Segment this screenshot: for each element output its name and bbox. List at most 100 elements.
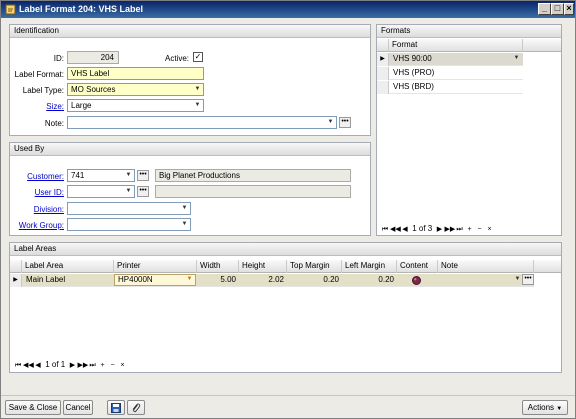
format-value: VHS 90:00 xyxy=(393,54,432,63)
size-select[interactable]: Large ▼ xyxy=(67,99,204,112)
cancel-button[interactable]: Cancel xyxy=(63,400,93,415)
col-content[interactable]: Content xyxy=(397,260,438,273)
next-page-icon[interactable]: ▶▶ xyxy=(77,360,88,372)
chevron-down-icon[interactable]: ▼ xyxy=(326,118,335,127)
prev-page-icon[interactable]: ◀◀ xyxy=(23,360,34,372)
col-width[interactable]: Width xyxy=(197,260,239,273)
used-by-header: Used By xyxy=(10,143,370,156)
col-printer[interactable]: Printer xyxy=(114,260,197,273)
cancel-edit-icon[interactable]: × xyxy=(117,360,127,372)
chevron-down-icon: ▼ xyxy=(556,406,563,412)
chevron-down-icon[interactable]: ▼ xyxy=(193,101,202,110)
last-record-icon[interactable]: ⏭ xyxy=(87,360,97,372)
extra-column-header xyxy=(523,39,561,52)
label-type-value: MO Sources xyxy=(71,85,116,94)
note-cell[interactable]: ▼ xyxy=(438,274,522,286)
content-cell[interactable] xyxy=(397,274,438,286)
id-label: ID: xyxy=(53,54,64,63)
delete-record-icon[interactable]: − xyxy=(107,360,117,372)
width-cell[interactable]: 5.00 xyxy=(197,274,239,286)
save-button[interactable] xyxy=(107,400,125,415)
col-height[interactable]: Height xyxy=(239,260,287,273)
actions-menu-button[interactable]: Actions ▼ xyxy=(522,400,568,415)
chevron-down-icon[interactable]: ▼ xyxy=(512,54,521,63)
top-margin-cell[interactable]: 0.20 xyxy=(287,274,342,286)
first-record-icon[interactable]: ⏮ xyxy=(13,360,23,372)
prev-page-icon[interactable]: ◀◀ xyxy=(390,224,401,236)
col-top-margin[interactable]: Top Margin xyxy=(287,260,342,273)
col-note[interactable]: Note xyxy=(438,260,534,273)
label-area-cell[interactable]: Main Label xyxy=(23,274,113,286)
dialog-window: Label Format 204: VHS Label _ □ × Identi… xyxy=(0,0,576,419)
work-group-link[interactable]: Work Group: xyxy=(19,221,64,230)
note-field[interactable]: ▼ xyxy=(67,116,337,129)
label-areas-navigator: ⏮ ◀◀ ◀ 1 of 1 ▶ ▶▶⏭ + − × xyxy=(13,359,163,371)
active-label: Active: xyxy=(165,54,190,63)
division-select[interactable]: ▼ xyxy=(67,202,191,215)
minimize-button[interactable]: _ xyxy=(538,3,551,15)
format-row[interactable]: VHS (PRO) xyxy=(377,67,523,80)
first-record-icon[interactable]: ⏮ xyxy=(380,224,390,236)
height-cell[interactable]: 2.02 xyxy=(239,274,287,286)
prev-record-icon[interactable]: ◀ xyxy=(400,224,410,236)
content-icon[interactable] xyxy=(412,276,421,285)
col-label-area[interactable]: Label Area xyxy=(22,260,114,273)
row-indicator xyxy=(377,81,389,94)
save-close-button[interactable]: Save & Close xyxy=(5,400,61,415)
label-areas-record-position: 1 of 1 xyxy=(45,360,66,369)
chevron-down-icon[interactable]: ▼ xyxy=(124,187,133,196)
label-type-select[interactable]: MO Sources ▼ xyxy=(67,83,204,96)
cancel-edit-icon[interactable]: × xyxy=(484,224,494,236)
format-value: VHS (BRD) xyxy=(393,82,434,91)
format-row[interactable]: ▶ VHS 90:00 ▼ xyxy=(377,53,523,66)
maximize-button[interactable]: □ xyxy=(551,3,564,15)
identification-panel: Identification ID: 204 Active: ✓ Label F… xyxy=(9,24,371,136)
active-checkbox[interactable]: ✓ xyxy=(193,52,203,62)
work-group-select[interactable]: ▼ xyxy=(67,218,191,231)
left-margin-cell[interactable]: 0.20 xyxy=(342,274,397,286)
chevron-down-icon[interactable]: ▼ xyxy=(124,171,133,180)
format-column-header[interactable]: Format xyxy=(389,39,523,52)
chevron-down-icon[interactable]: ▼ xyxy=(193,85,202,94)
formats-panel: Formats Format ▶ VHS 90:00 ▼ VHS (PRO) V… xyxy=(376,24,562,236)
customer-ellipsis-button[interactable]: ••• xyxy=(137,170,149,181)
note-ellipsis-button[interactable]: ••• xyxy=(522,274,534,285)
division-link[interactable]: Division: xyxy=(34,205,64,214)
attach-button[interactable] xyxy=(127,400,145,415)
note-ellipsis-button[interactable]: ••• xyxy=(339,117,351,128)
label-areas-grid-header: Label Area Printer Width Height Top Marg… xyxy=(10,260,561,273)
prev-record-icon[interactable]: ◀ xyxy=(33,360,43,372)
next-record-icon[interactable]: ▶ xyxy=(67,360,77,372)
format-row[interactable]: VHS (BRD) xyxy=(377,81,523,94)
printer-value: HP4000N xyxy=(118,275,153,284)
add-record-icon[interactable]: + xyxy=(464,224,474,236)
chevron-down-icon[interactable]: ▼ xyxy=(185,275,194,284)
label-type-label: Label Type: xyxy=(22,86,64,95)
printer-cell[interactable]: HP4000N ▼ xyxy=(114,274,196,286)
label-area-row[interactable]: ▶ Main Label HP4000N ▼ 5.00 2.02 0.20 0.… xyxy=(10,274,534,287)
add-record-icon[interactable]: + xyxy=(97,360,107,372)
delete-record-icon[interactable]: − xyxy=(474,224,484,236)
chevron-down-icon[interactable]: ▼ xyxy=(513,275,522,284)
title-bar: Label Format 204: VHS Label _ □ × xyxy=(1,1,575,18)
label-areas-panel: Label Areas Label Area Printer Width Hei… xyxy=(9,242,562,373)
label-format-icon xyxy=(5,4,16,15)
note-label: Note: xyxy=(44,119,64,128)
paperclip-icon xyxy=(132,403,141,413)
next-record-icon[interactable]: ▶ xyxy=(434,224,444,236)
col-left-margin[interactable]: Left Margin xyxy=(342,260,397,273)
user-id-ellipsis-button[interactable]: ••• xyxy=(137,186,149,197)
user-id-link[interactable]: User ID: xyxy=(35,188,64,197)
floppy-disk-icon xyxy=(111,403,121,413)
next-page-icon[interactable]: ▶▶ xyxy=(444,224,455,236)
last-record-icon[interactable]: ⏭ xyxy=(454,224,464,236)
label-format-field[interactable]: VHS Label xyxy=(67,67,204,80)
size-link[interactable]: Size: xyxy=(46,102,64,111)
customer-link[interactable]: Customer: xyxy=(27,172,64,181)
chevron-down-icon[interactable]: ▼ xyxy=(180,220,189,229)
customer-select[interactable]: 741 ▼ xyxy=(67,169,135,182)
user-id-select[interactable]: ▼ xyxy=(67,185,135,198)
close-button[interactable]: × xyxy=(564,3,574,15)
chevron-down-icon[interactable]: ▼ xyxy=(180,204,189,213)
formats-navigator: ⏮ ◀◀ ◀ 1 of 3 ▶ ▶▶⏭ + − × xyxy=(380,223,520,235)
